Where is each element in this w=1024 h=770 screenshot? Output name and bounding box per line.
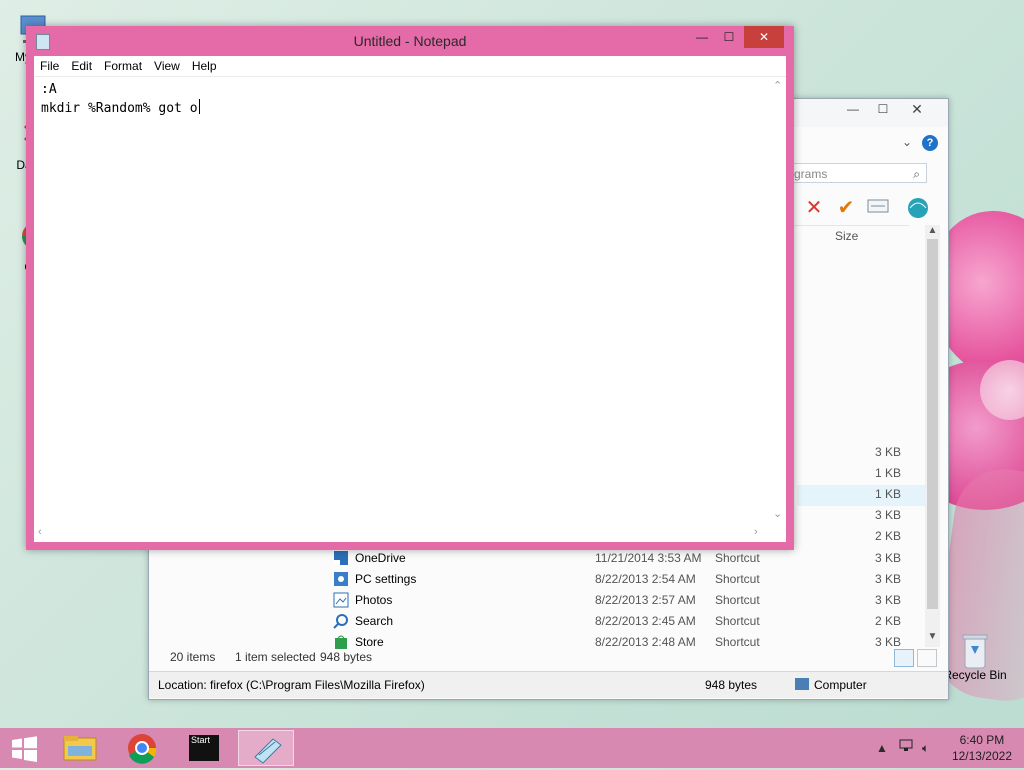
file-row-photos[interactable]: Photos 8/22/2013 2:57 AM Shortcut 3 KB [333, 590, 933, 610]
start-tile-icon: Start [189, 735, 219, 761]
computer-icon [795, 678, 809, 690]
location-text: Location: firefox (C:\Program Files\Mozi… [158, 678, 425, 692]
vertical-scrollbar[interactable]: ⌃ ⌄ [769, 77, 786, 525]
column-separator [781, 225, 909, 226]
file-size: 3 KB [874, 572, 901, 586]
chrome-icon [128, 734, 157, 764]
search-text: grams [794, 167, 828, 181]
file-type: Shortcut [715, 551, 760, 565]
text-caret [198, 99, 200, 114]
volume-icon[interactable]: 🔈︎ [922, 728, 929, 768]
editor-text[interactable]: :A mkdir %Random% got o [41, 81, 200, 118]
chevron-down-icon[interactable]: ⌄ [902, 135, 912, 149]
menu-edit[interactable]: Edit [65, 56, 98, 76]
file-name: Photos [355, 593, 393, 607]
notepad-icon [254, 738, 282, 764]
size-cell: 2 KB [874, 529, 901, 543]
help-icon[interactable]: ? [922, 135, 938, 151]
file-type: Shortcut [715, 593, 760, 607]
minimize-button[interactable]: — [839, 99, 867, 119]
file-date: 8/22/2013 2:45 AM [595, 614, 696, 628]
details-view-icon[interactable] [894, 649, 914, 667]
maximize-button[interactable]: ☐ [869, 99, 897, 119]
editor-line: :A [41, 82, 57, 97]
size-cell: 3 KB [874, 445, 901, 459]
file-row-search[interactable]: Search 8/22/2013 2:45 AM Shortcut 2 KB [333, 611, 933, 631]
menu-bar: File Edit Format View Help [34, 56, 786, 77]
file-row-pc-settings[interactable]: PC settings 8/22/2013 2:54 AM Shortcut 3… [333, 569, 933, 589]
menu-help[interactable]: Help [186, 56, 223, 76]
desktop-icon-label: Recycle Bin [943, 668, 1007, 682]
file-date: 8/22/2013 2:54 AM [595, 572, 696, 586]
file-type: Shortcut [715, 572, 760, 586]
file-size: 3 KB [874, 593, 901, 607]
menu-format[interactable]: Format [98, 56, 148, 76]
taskbar-file-explorer[interactable] [52, 730, 108, 766]
scroll-up-icon[interactable]: ⌃ [773, 79, 782, 92]
taskbar: Start ▲ 🔈︎ 6:40 PM 12/13/2022 [0, 728, 1024, 768]
shortcut-icon [333, 592, 349, 608]
file-date: 8/22/2013 2:57 AM [595, 593, 696, 607]
show-hidden-icons[interactable]: ▲ [876, 728, 888, 768]
taskbar-start-tile[interactable]: Start [176, 730, 232, 766]
taskbar-chrome[interactable] [114, 730, 170, 766]
desktop-icon-recycle-bin[interactable]: Recycle Bin [940, 630, 1010, 682]
maximize-button[interactable]: ☐ [718, 26, 740, 48]
file-size: 3 KB [874, 551, 901, 565]
file-size: 2 KB [874, 614, 901, 628]
window-title: Untitled - Notepad [353, 33, 467, 49]
file-row-onedrive[interactable]: OneDrive 11/21/2014 3:53 AM Shortcut 3 K… [333, 548, 933, 568]
column-header-size[interactable]: Size [835, 229, 858, 243]
scroll-up-icon[interactable]: ▲ [926, 225, 939, 236]
properties-icon[interactable] [867, 197, 889, 219]
size-cell: 3 KB [874, 508, 901, 522]
windows-logo-icon [12, 736, 37, 762]
shortcut-icon [333, 613, 349, 629]
horizontal-scrollbar[interactable]: ‹ › [34, 525, 769, 542]
scroll-down-icon[interactable]: ⌄ [773, 507, 782, 520]
editor-line: mkdir %Random% got o [41, 101, 198, 116]
file-name: PC settings [355, 572, 417, 586]
start-tile-label: Start [191, 735, 211, 745]
network-globe-icon[interactable] [907, 197, 929, 219]
checkmark-icon[interactable]: ✔ [835, 197, 857, 219]
taskbar-notepad[interactable] [238, 730, 294, 766]
scroll-left-icon[interactable]: ‹ [38, 526, 42, 538]
size-cell: 1 KB [874, 487, 901, 501]
menu-file[interactable]: File [34, 56, 65, 76]
search-icon[interactable]: ⌕ [913, 164, 920, 184]
close-button[interactable]: ✕ [903, 99, 931, 119]
start-button[interactable] [0, 730, 48, 766]
status-item-count: 20 items [170, 650, 216, 664]
details-bytes: 948 bytes [705, 678, 758, 692]
file-name: OneDrive [355, 551, 406, 565]
menu-view[interactable]: View [148, 56, 186, 76]
scroll-right-icon[interactable]: › [754, 526, 758, 538]
file-type: Shortcut [715, 614, 760, 628]
shortcut-icon [333, 550, 349, 566]
file-name: Search [355, 614, 394, 628]
status-selected: 1 item selected [235, 650, 316, 664]
shortcut-icon [333, 571, 349, 587]
search-input[interactable]: grams ⌕ [789, 163, 927, 183]
large-icons-view-icon[interactable] [917, 649, 937, 667]
close-button[interactable]: ✕ [744, 26, 784, 48]
notepad-window[interactable]: Untitled - Notepad — ☐ ✕ File Edit Format V… [26, 26, 794, 550]
file-date: 11/21/2014 3:53 AM [595, 551, 702, 565]
status-bytes: 948 bytes [320, 650, 373, 664]
delete-icon[interactable]: ✕ [803, 197, 825, 219]
recycle-bin-icon [957, 630, 993, 669]
clock-date: 12/13/2022 [951, 749, 1012, 763]
explorer-status-bar: 20 items 1 item selected 948 bytes [149, 647, 948, 667]
network-icon[interactable] [898, 728, 914, 768]
clock-time: 6:40 PM [959, 733, 1005, 747]
folder-icon [63, 736, 97, 761]
system-clock[interactable]: 6:40 PM 12/13/2022 [952, 732, 1012, 764]
zone-computer: Computer [814, 678, 867, 692]
minimize-button[interactable]: — [692, 26, 712, 48]
explorer-details-bar: Location: firefox (C:\Program Files\Mozi… [149, 671, 948, 698]
size-cell: 1 KB [874, 466, 901, 480]
text-editor-area[interactable]: :A mkdir %Random% got o ⌃ ⌄ ‹ › [34, 77, 786, 542]
